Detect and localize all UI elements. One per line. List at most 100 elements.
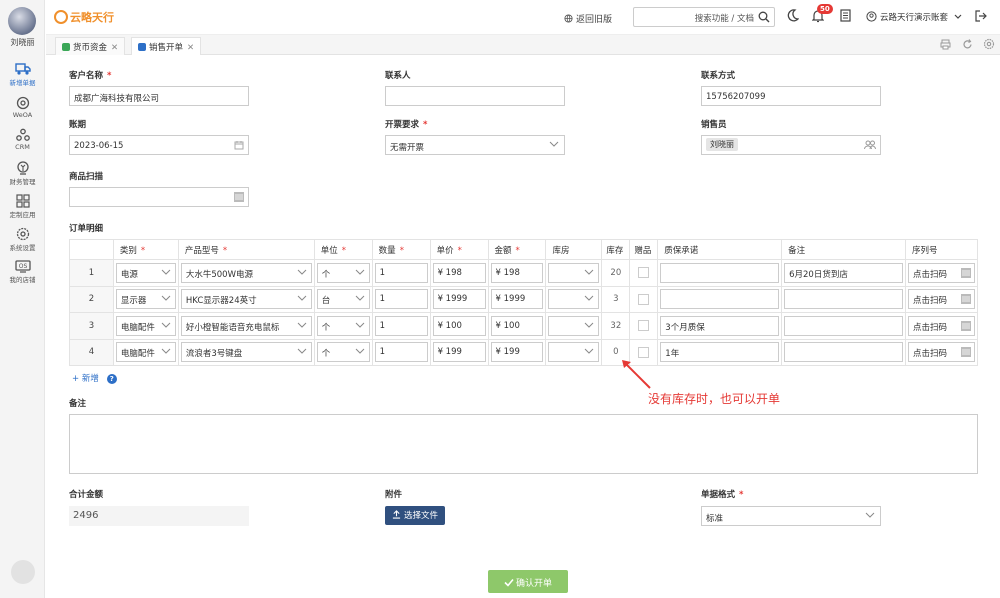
hotline-icon[interactable]: [11, 560, 35, 584]
note-input[interactable]: [784, 342, 903, 363]
account-switcher[interactable]: 云路天行演示账套: [866, 11, 962, 23]
serial-scan-input[interactable]: 点击扫码: [907, 289, 975, 310]
confirm-order-button[interactable]: 确认开单: [488, 570, 568, 593]
chevron-down-icon: [954, 14, 962, 19]
upload-icon: [392, 510, 401, 519]
warranty-input[interactable]: [660, 262, 780, 283]
barcode-icon[interactable]: [234, 192, 244, 202]
category-select[interactable]: 显示器: [115, 289, 176, 310]
barcode-icon[interactable]: [961, 320, 971, 331]
unit-select[interactable]: 个: [316, 342, 370, 363]
category-select[interactable]: 电脑配件: [115, 342, 176, 363]
warehouse-select[interactable]: [548, 262, 600, 283]
users-icon[interactable]: [864, 140, 876, 150]
search-icon[interactable]: [758, 11, 770, 23]
moon-icon[interactable]: [787, 9, 799, 22]
model-select[interactable]: HKC显示器24英寸: [180, 289, 312, 310]
tab-currency-funds[interactable]: 货币资金 ✕: [55, 37, 126, 55]
category-select[interactable]: 电脑配件: [115, 315, 176, 336]
close-icon[interactable]: ✕: [111, 43, 118, 53]
amount-input[interactable]: ¥ 199: [490, 342, 544, 363]
note-input[interactable]: [784, 315, 903, 336]
warranty-input[interactable]: 1年: [660, 342, 780, 363]
warranty-input[interactable]: [660, 289, 780, 310]
logout-icon[interactable]: [975, 10, 987, 22]
salesperson-select[interactable]: 刘晓丽: [701, 135, 881, 155]
unit-select[interactable]: 个: [316, 315, 370, 336]
price-input[interactable]: ¥ 1999: [432, 289, 486, 310]
column-header: 备注: [781, 239, 906, 260]
price-input[interactable]: ¥ 100: [432, 315, 486, 336]
quantity-input[interactable]: 1: [374, 289, 428, 310]
price-input[interactable]: ¥ 198: [432, 262, 486, 283]
price-input[interactable]: ¥ 199: [432, 342, 486, 363]
table-row: 2 显示器 HKC显示器24英寸台 1 ¥ 1999 ¥ 1999 3 点击扫码: [69, 285, 979, 313]
choose-file-button[interactable]: 选择文件: [385, 506, 446, 525]
close-icon[interactable]: ✕: [187, 43, 194, 53]
unit-select[interactable]: 个: [316, 262, 370, 283]
quantity-input[interactable]: 1: [374, 262, 428, 283]
amount-input[interactable]: ¥ 100: [490, 315, 544, 336]
help-icon[interactable]: ?: [106, 374, 117, 384]
warehouse-select[interactable]: [548, 289, 600, 310]
barcode-icon[interactable]: [961, 347, 971, 358]
column-header: 金额 *: [487, 239, 547, 260]
sidebar-item-finance[interactable]: 财务管理: [0, 161, 45, 186]
invoice-select[interactable]: 无需开票: [385, 135, 565, 155]
amount-input[interactable]: ¥ 198: [490, 262, 544, 283]
remark-textarea[interactable]: [69, 414, 978, 474]
note-input[interactable]: [784, 289, 903, 310]
amount-input[interactable]: ¥ 1999: [490, 289, 544, 310]
invoice-label: 开票要求 *: [385, 120, 428, 130]
calendar-icon[interactable]: [234, 140, 244, 150]
sidebar-item-store[interactable]: OS 我的店铺: [0, 260, 45, 284]
back-to-old-version-link[interactable]: 返回旧版: [564, 12, 612, 25]
unit-select[interactable]: 台: [316, 289, 370, 310]
gift-checkbox[interactable]: [638, 293, 650, 305]
serial-scan-input[interactable]: 点击扫码: [907, 262, 975, 283]
quantity-input[interactable]: 1: [374, 342, 428, 363]
warehouse-select[interactable]: [548, 342, 600, 363]
model-select[interactable]: 好小橙智能语音充电鼠标: [180, 315, 312, 336]
period-label: 账期: [69, 120, 87, 130]
model-select[interactable]: 大水牛500W电源: [180, 262, 312, 283]
document-icon[interactable]: [840, 9, 851, 22]
serial-scan-input[interactable]: 点击扫码: [907, 342, 975, 363]
add-row-button[interactable]: + 新增?: [72, 372, 117, 384]
category-select[interactable]: 电源: [115, 262, 176, 283]
barcode-icon[interactable]: [961, 267, 971, 278]
notification-badge: 50: [817, 4, 833, 14]
salesperson-tag[interactable]: 刘晓丽: [706, 138, 738, 151]
warranty-input[interactable]: 3个月质保: [660, 315, 780, 336]
gift-checkbox[interactable]: [638, 267, 650, 279]
model-select[interactable]: 流浪者3号键盘: [180, 342, 312, 363]
phone-input[interactable]: 15756207099: [701, 86, 881, 106]
settings-icon[interactable]: [983, 38, 995, 50]
barcode-icon[interactable]: [961, 294, 971, 305]
sidebar-item-crm[interactable]: CRM: [0, 128, 45, 151]
customer-input[interactable]: 成都广海科技有限公司: [69, 86, 249, 106]
chevron-down-icon: [161, 269, 171, 275]
chevron-down-icon: [355, 295, 365, 301]
period-date-input[interactable]: 2023-06-15: [69, 135, 249, 155]
logo[interactable]: 云略天行: [54, 9, 114, 25]
note-input[interactable]: 6月20日货到店: [784, 262, 903, 283]
sidebar-item-new-document[interactable]: 新增单据: [0, 62, 45, 87]
search-input[interactable]: 搜索功能 / 文档: [633, 7, 775, 27]
sidebar-item-custom-apps[interactable]: 定制应用: [0, 194, 45, 219]
scan-input[interactable]: [69, 187, 249, 207]
doc-format-label: 单据格式 *: [701, 490, 744, 500]
chevron-down-icon: [161, 295, 171, 301]
sidebar-item-weoa[interactable]: WeOA: [0, 96, 45, 119]
serial-scan-input[interactable]: 点击扫码: [907, 315, 975, 336]
sidebar-item-settings[interactable]: 系统设置: [0, 227, 45, 252]
tab-sales-order[interactable]: 销售开单 ✕: [131, 37, 202, 55]
print-icon[interactable]: [940, 39, 951, 50]
contact-input[interactable]: [385, 86, 565, 106]
warehouse-select[interactable]: [548, 315, 600, 336]
quantity-input[interactable]: 1: [374, 315, 428, 336]
doc-format-select[interactable]: 标准: [701, 506, 881, 526]
avatar[interactable]: [8, 7, 36, 35]
refresh-icon[interactable]: [962, 39, 973, 50]
gift-checkbox[interactable]: [638, 320, 650, 332]
